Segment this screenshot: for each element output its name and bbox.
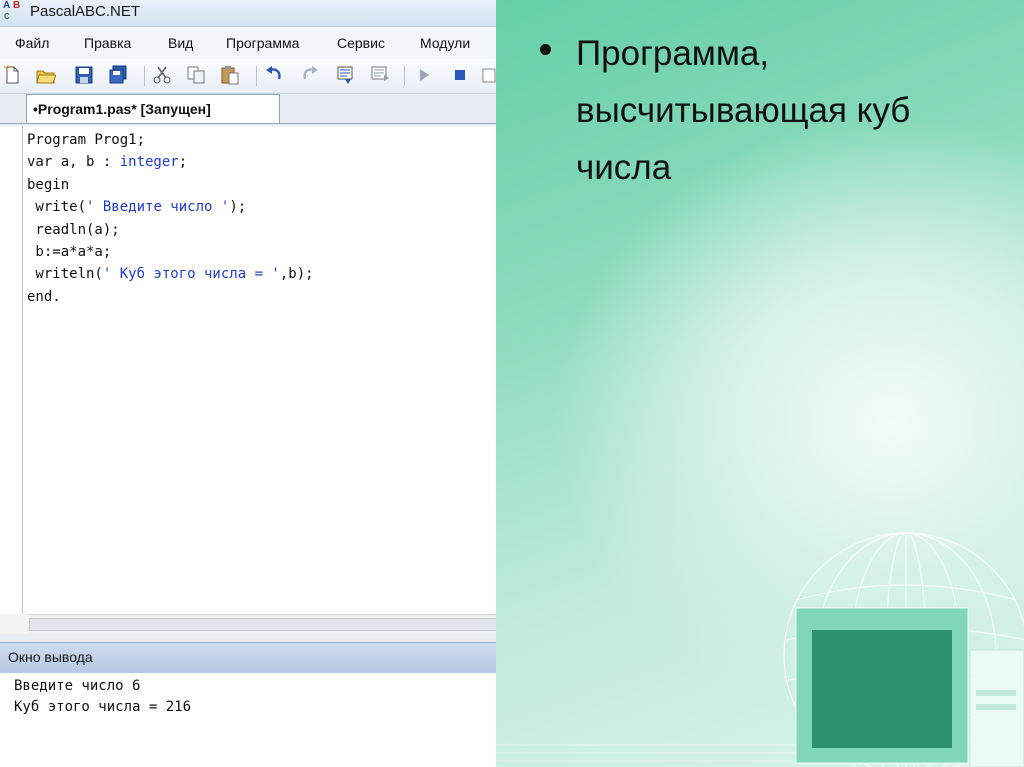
logo-letter-b: B [13,0,21,11]
output-panel-header: Окно вывода [0,642,496,673]
code-token: var a, b : [27,154,120,171]
code-line: var a, b : integer; [27,151,314,173]
code-line: b:=a*a*a; [27,241,314,263]
menu-modules[interactable]: Модули [420,35,470,51]
toolbar-separator [256,66,257,86]
new-file-icon[interactable] [2,65,22,85]
pascalabc-logo-icon: A B C [3,0,25,24]
run-icon[interactable] [414,65,434,85]
stop-icon[interactable] [450,65,470,85]
code-token: readln(a); [27,221,120,238]
open-folder-icon[interactable] [36,65,56,85]
output-line: Куб этого числа = 216 [14,699,192,715]
scrollbar-thumb[interactable] [29,618,496,631]
code-line: readln(a); [27,219,314,241]
title-bar: A B C PascalABC.NET [0,0,496,27]
logo-letter-a: A [3,0,11,11]
code-token: ); [229,199,247,216]
code-line: Program Prog1; [27,129,314,151]
save-icon[interactable] [74,65,94,85]
output-text: Введите число 6 Куб этого числа = 216 [14,676,191,718]
code-text: Program Prog1; var a, b : integer; begin w… [27,129,314,308]
slide-panel: Программа, высчитывающая куб числа [496,0,1024,767]
output-panel: Введите число 6 Куб этого числа = 216 [0,673,496,767]
undo-icon[interactable] [264,65,284,85]
toolbar [0,59,496,94]
toolbar-separator [404,66,405,86]
code-token: Program Prog1; [27,132,146,148]
code-token: end. [27,288,61,305]
code-line: end. [27,286,314,308]
slide-bullet-text: Программа, высчитывающая куб числа [576,34,911,187]
horizontal-scrollbar[interactable] [28,614,496,635]
code-token: write( [27,199,87,216]
code-line: write(' Введите число '); [27,196,314,218]
replace-icon[interactable] [370,65,390,85]
menu-bar: Файл Правка Вид Программа Сервис Модули [0,27,496,59]
menu-edit[interactable]: Правка [84,35,131,51]
code-line: begin [27,174,314,196]
cut-icon[interactable] [152,65,172,85]
editor-gutter [22,126,23,614]
code-token: ,b); [279,266,314,283]
toolbar-separator [144,66,145,86]
tab-underline [0,123,496,124]
paste-icon[interactable] [220,65,240,85]
menu-view[interactable]: Вид [168,35,193,51]
code-token: b:=a*a*a; [27,244,112,261]
code-token: ; [178,154,188,171]
code-line: writeln(' Куб этого числа = ',b); [27,263,314,285]
output-panel-title: Окно вывода [8,649,93,665]
menu-program[interactable]: Программа [226,35,299,51]
menu-service[interactable]: Сервис [337,35,385,51]
app-title: PascalABC.NET [30,3,141,20]
more-icon[interactable] [480,65,496,85]
logo-letter-c: C [4,12,10,21]
code-type: integer [119,154,179,171]
bullet-point-icon [540,44,551,55]
copy-icon[interactable] [186,65,206,85]
code-token: begin [27,176,70,193]
code-string: ' Введите число ' [86,199,230,216]
find-icon[interactable] [336,65,356,85]
panel-splitter[interactable] [0,634,496,642]
save-all-icon[interactable] [108,65,128,85]
ide-window: A B C PascalABC.NET Файл Правка Вид Прог… [0,0,496,767]
output-line: Введите число 6 [14,678,141,694]
menu-file[interactable]: Файл [15,35,49,51]
editor-tabs: •Program1.pas* [Запущен] [0,94,496,126]
scroll-corner [0,614,28,634]
code-editor[interactable]: Program Prog1; var a, b : integer; begin w… [0,126,496,614]
redo-icon[interactable] [300,65,320,85]
tab-program1[interactable]: •Program1.pas* [Запущен] [26,94,280,123]
code-token: writeln( [27,266,103,283]
code-string: ' Куб этого числа = ' [102,266,280,283]
